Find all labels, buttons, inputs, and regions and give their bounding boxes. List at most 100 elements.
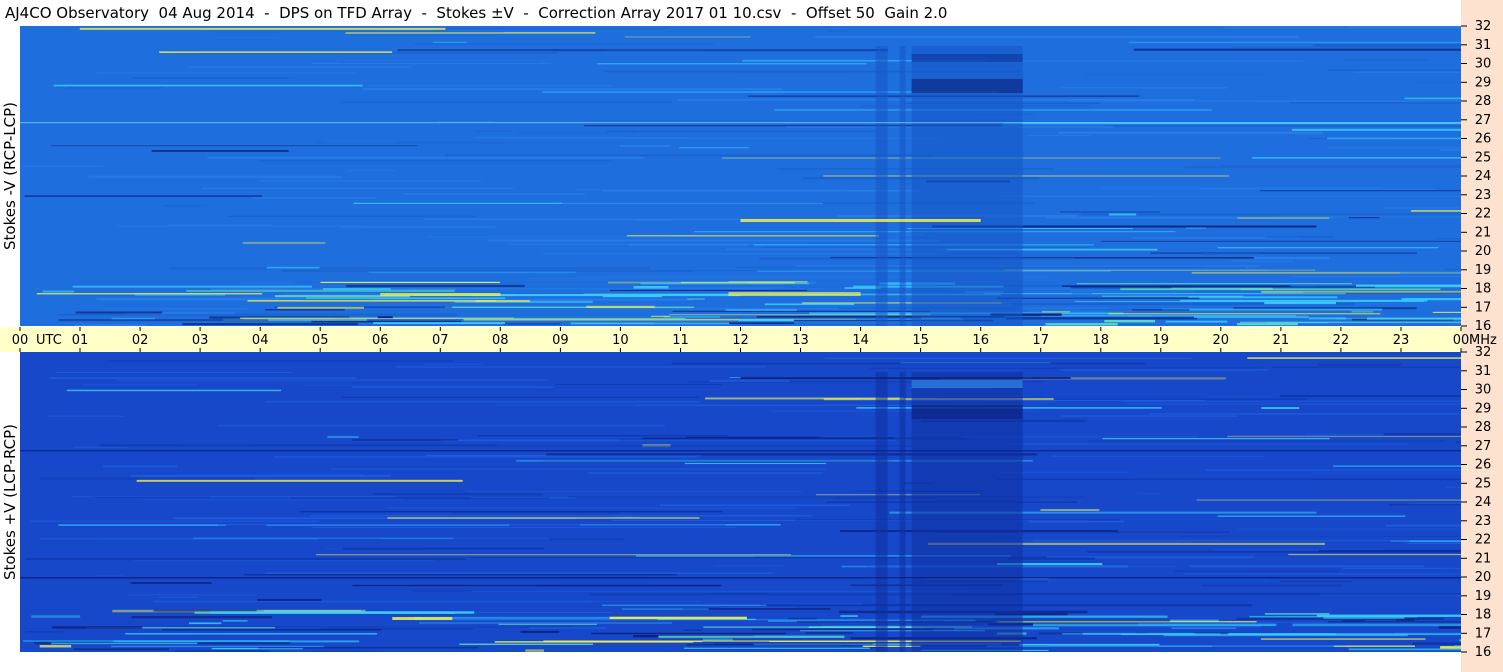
frequency-streak: [1004, 269, 1316, 271]
frequency-streak: [53, 84, 363, 87]
frequency-streak: [265, 572, 773, 574]
low-frequency-activity: [111, 317, 155, 320]
frequency-streak: [1033, 539, 1410, 542]
low-frequency-activity: [131, 616, 273, 619]
frequency-streak: [24, 195, 263, 197]
low-frequency-activity: [36, 293, 263, 295]
low-frequency-activity: [74, 648, 169, 651]
utc-time-axis: 00 01 02 03 04 05 06 07 08 09 10 11 12 13 14 15 16 17 18 19…: [0, 327, 1497, 352]
low-frequency-activity: [502, 323, 561, 325]
frequency-streak: [487, 239, 940, 242]
time-tick-label: 08: [492, 333, 509, 348]
time-tick-label: 20: [1213, 333, 1230, 348]
time-tick-label: 15: [912, 333, 929, 348]
frequency-tick-label: 19: [1475, 589, 1492, 604]
frequency-streak: [372, 493, 543, 496]
frequency-streak: [474, 136, 689, 139]
frequency-streak: [453, 511, 619, 514]
chart-title: AJ4CO Observatory 04 Aug 2014 - DPS on T…: [0, 0, 1461, 26]
frequency-streak: [1342, 567, 1461, 569]
low-frequency-activity: [703, 638, 733, 641]
time-tick-label: 00: [1453, 333, 1470, 348]
low-frequency-activity: [373, 322, 505, 325]
frequency-streak: [352, 438, 458, 441]
low-frequency-activity: [51, 642, 198, 645]
low-frequency-activity: [377, 316, 393, 319]
frequency-streak: [1040, 509, 1100, 511]
frequency-tick-label: 29: [1475, 401, 1492, 416]
frequency-streak: [143, 499, 402, 501]
frequency-streak: [984, 293, 1346, 295]
frequency-streak: [1061, 86, 1228, 89]
dark-line: [20, 577, 1461, 579]
low-frequency-activity: [1041, 311, 1071, 313]
frequency-streak: [218, 523, 726, 526]
frequency-streak: [105, 308, 248, 310]
frequency-streak: [1103, 124, 1461, 127]
frequency-streak: [624, 36, 751, 38]
frequency-streak: [1291, 128, 1461, 131]
frequency-streak: [1407, 542, 1461, 545]
low-frequency-activity: [306, 297, 506, 299]
frequency-streak: [327, 435, 359, 439]
low-frequency-activity: [1375, 285, 1461, 288]
frequency-streak: [352, 386, 554, 388]
low-frequency-activity: [609, 616, 747, 620]
frequency-streak: [1227, 435, 1461, 438]
frequency-streak: [1101, 240, 1461, 242]
frequency-tick-label: 31: [1475, 364, 1492, 379]
interference-band: [899, 372, 906, 652]
utc-time-axis-svg: 00 01 02 03 04 05 06 07 08 09 10 11 12 13 14 15 16 17 18 19…: [12, 327, 1497, 352]
low-frequency-activity: [320, 281, 501, 283]
frequency-tick-label: 28: [1475, 94, 1492, 109]
frequency-streak: [1238, 528, 1461, 530]
stokes-plus-v-heatmap: [20, 352, 1461, 652]
time-tick-label: 10: [612, 333, 629, 348]
bottom-panel-ylabel-text: Stokes +V (LCP-RCP): [1, 424, 19, 580]
low-frequency-activity: [39, 645, 72, 648]
dark-block: [911, 405, 1023, 419]
frequency-streak: [1313, 44, 1461, 47]
frequency-streak: [588, 472, 824, 475]
frequency-streak: [341, 101, 672, 104]
utc-label: UTC: [36, 333, 62, 348]
frequency-streak: [170, 267, 651, 270]
frequency-streak: [1102, 438, 1330, 440]
frequency-streak: [826, 30, 848, 32]
stokes-minus-v-heatmap: [20, 26, 1461, 326]
low-frequency-activity: [162, 629, 382, 631]
frequency-streak: [1137, 492, 1161, 494]
frequency-streak: [620, 145, 671, 147]
frequency-streak: [1317, 363, 1402, 366]
low-frequency-activity: [1104, 319, 1155, 323]
frequency-streak: [1260, 190, 1461, 192]
frequency-streak: [1016, 307, 1110, 309]
frequency-streak: [1060, 415, 1238, 417]
frequency-streak: [578, 601, 701, 602]
frequency-streak: [1180, 535, 1461, 537]
frequency-streak: [428, 236, 667, 238]
frequency-streak: [1400, 272, 1461, 274]
frequency-streak: [339, 61, 540, 63]
low-frequency-activity: [621, 608, 709, 610]
frequency-streak: [66, 389, 282, 392]
frequency-streak: [1318, 549, 1461, 552]
low-frequency-activity: [764, 303, 855, 306]
frequency-streak: [128, 594, 257, 596]
frequency-streak: [1048, 580, 1280, 582]
frequency-streak: [96, 72, 355, 74]
frequency-streak: [444, 154, 934, 157]
low-frequency-activity: [1264, 301, 1336, 305]
frequency-streak: [1291, 275, 1461, 278]
frequency-streak: [207, 156, 644, 159]
frequency-streak: [602, 190, 919, 192]
low-frequency-activity: [23, 640, 290, 642]
frequency-streak: [1319, 594, 1461, 596]
low-frequency-activity: [52, 626, 143, 629]
frequency-streak: [1027, 135, 1092, 136]
frequency-streak: [305, 384, 536, 386]
frequency-streak: [709, 380, 790, 382]
interference-band: [899, 46, 906, 326]
frequency-streak: [368, 85, 612, 87]
frequency-streak: [342, 396, 699, 398]
